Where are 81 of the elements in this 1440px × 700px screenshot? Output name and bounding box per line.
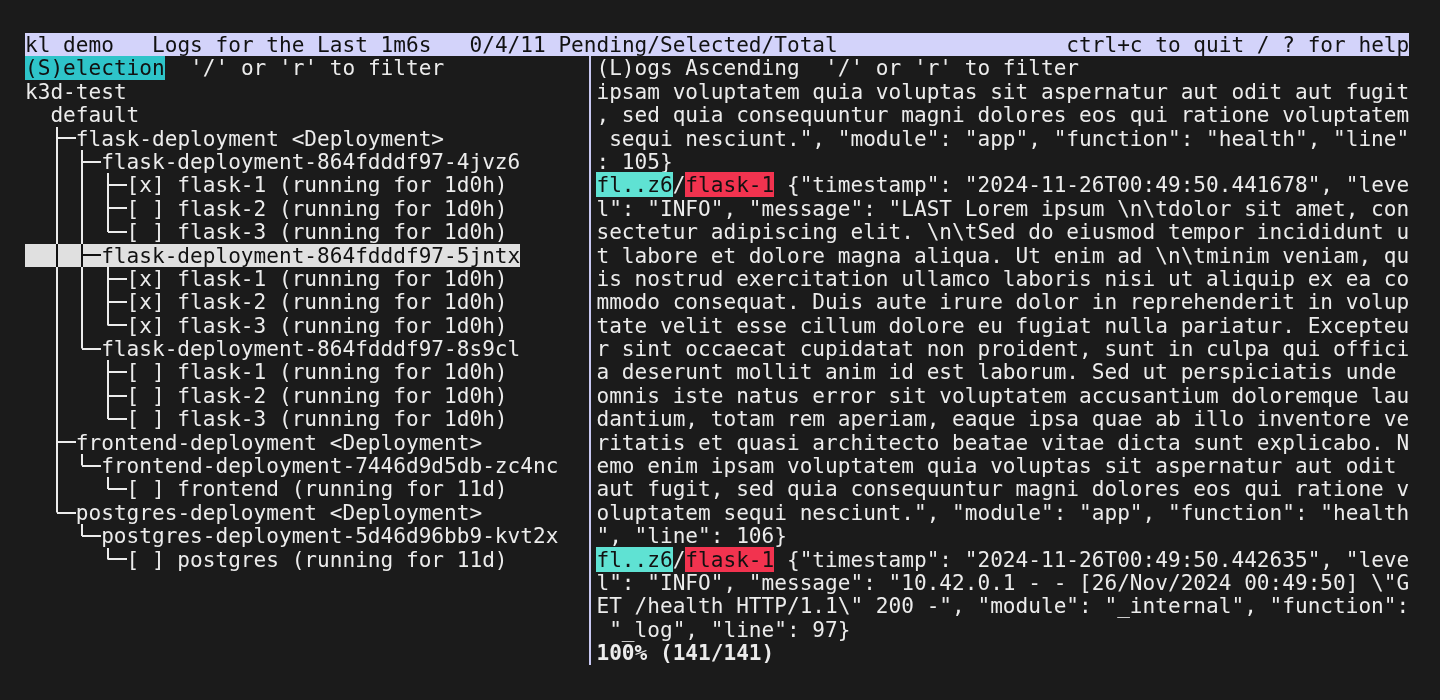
container-tag: flask-1 — [685, 172, 775, 198]
tree-row[interactable]: [ ] flask-1 (running for 1d0h) — [25, 360, 508, 384]
log-text: : 105} — [596, 149, 673, 174]
container-tag: flask-1 — [685, 546, 775, 572]
checkbox[interactable]: [ ] — [126, 547, 165, 571]
tree-item-label: flask-deployment-864fdddf97-4jvz6 — [101, 149, 521, 174]
log-text: sectetur adipiscing elit. \n\tSed do eiusmod tempor incididunt u — [596, 220, 1410, 244]
log-text: is nostrud exercitation ullamco laboris nisi ut aliquip ex ea co — [596, 266, 1410, 291]
separator: / — [672, 172, 686, 198]
filter-hint: '/' or 'r' to filter — [825, 56, 1080, 80]
checkbox[interactable]: [ ] — [126, 477, 165, 501]
tree-row[interactable]: flask-deployment-864fdddf97-4jvz6 — [25, 149, 521, 174]
tree-item-label: flask-2 (running for 1d0h) — [177, 196, 508, 221]
pane-title[interactable]: (L)ogs Ascending — [596, 56, 800, 80]
tree-item-label: default — [50, 103, 140, 127]
log-text: aut fugit, sed quia consequuntur magni dolores eos qui ratione v — [596, 477, 1410, 501]
log-text: omnis iste natus error sit voluptatem accusantium doloremque lau — [596, 383, 1410, 408]
log-text: , sed quia consequuntur magni dolores eos qui ratione voluptatem — [596, 103, 1410, 127]
checkbox[interactable]: [ ] — [126, 360, 165, 384]
tree-item[interactable]: k3d-test — [25, 79, 127, 104]
tree-item-label: flask-deployment-864fdddf97-5jntx — [101, 243, 521, 267]
tree-row[interactable]: [x] flask-1 (running for 1d0h) — [25, 266, 508, 291]
tree-item-label: flask-3 (running for 1d0h) — [177, 220, 508, 244]
tree-row[interactable]: [ ] frontend (running for 11d) — [25, 477, 508, 501]
log-text: l": "INFO", "message": "LAST Lorem ipsum \n\tdolor sit amet, con — [596, 196, 1410, 221]
tree-item-label: flask-1 (running for 1d0h) — [177, 266, 508, 291]
tree-item-label: flask-1 (running for 1d0h) — [177, 360, 508, 384]
checkbox[interactable]: [x] — [126, 173, 165, 197]
checkbox[interactable]: [ ] — [126, 220, 165, 244]
checkbox[interactable]: [x] — [126, 290, 165, 314]
pod-tag: fl..z6 — [596, 546, 673, 572]
log-text: ET /health HTTP/1.1\" 200 -", "module": "_internal", "function": — [596, 594, 1410, 618]
log-text: ritatis et quasi architecto beatae vitae dicta sunt explicabo. N — [596, 430, 1410, 455]
log-text: mmodo consequat. Duis aute irure dolor in reprehenderit in volup — [596, 290, 1410, 314]
log-text: a deserunt mollit anim id est laborum. Sed ut perspiciatis unde — [596, 360, 1397, 384]
tree-row[interactable]: default — [25, 103, 140, 127]
help-hint: ctrl+c to quit / ? for help — [1066, 33, 1410, 57]
scroll-status: 100% (141/141) — [596, 641, 775, 665]
tree-item-label: flask-2 (running for 1d0h) — [177, 383, 508, 408]
checkbox[interactable]: [x] — [126, 313, 165, 338]
log-text: ", "line": 106} — [596, 524, 787, 548]
log-text: {"timestamp": "2024-11-26T00:49:50.441678", "leve — [785, 172, 1410, 198]
tree-row[interactable]: [ ] flask-3 (running for 1d0h) — [25, 407, 508, 431]
tree-row[interactable]: [x] flask-1 (running for 1d0h) — [25, 173, 508, 197]
tree-item-label: flask-1 (running for 1d0h) — [177, 173, 508, 197]
tree-row[interactable]: [ ] postgres (running for 11d) — [25, 547, 508, 571]
tree-row[interactable]: flask-deployment-864fdddf97-5jntx — [25, 243, 521, 267]
app-name: kl demo — [25, 33, 114, 57]
log-text: tate velit esse cillum dolore eu fugiat nulla pariatur. Excepteu — [596, 313, 1410, 338]
log-text: {"timestamp": "2024-11-26T00:49:50.442635", "leve — [785, 546, 1410, 572]
log-text: l": "INFO", "message": "10.42.0.1 - - [26/Nov/2024 00:49:50] \"G — [596, 571, 1410, 595]
tree-item-label: flask-deployment-864fdddf97-8s9cl — [101, 337, 521, 361]
log-text: emo enim ipsam voluptatem quia voluptas sit aspernatur aut odit — [596, 454, 1397, 478]
time-window: Logs for the Last 1m6s — [152, 33, 432, 57]
log-text: "_log", "line": 97} — [608, 617, 851, 642]
pod-tag: fl..z6 — [596, 172, 673, 198]
checkbox[interactable]: [ ] — [126, 196, 165, 221]
tree-item-label: frontend (running for 11d) — [177, 477, 508, 501]
tree-row[interactable]: [ ] flask-3 (running for 1d0h) — [25, 220, 508, 244]
log-text: dantium, totam rem aperiam, eaque ipsa quae ab illo inventore ve — [596, 407, 1410, 431]
pane-title[interactable]: (S)election — [25, 56, 165, 80]
checkbox[interactable]: [ ] — [126, 383, 165, 408]
separator: / — [672, 546, 686, 572]
log-text: r sint occaecat cupidatat non proident, sunt in culpa qui offici — [596, 337, 1410, 361]
tree-item-label: flask-2 (running for 1d0h) — [177, 290, 508, 314]
tree-item-label: flask-3 (running for 1d0h) — [177, 407, 508, 431]
tree-row[interactable]: [ ] flask-2 (running for 1d0h) — [25, 383, 508, 408]
log-text: t labore et dolore magna aliqua. Ut enim ad \n\tminim veniam, qu — [596, 243, 1410, 267]
tree-item-label: flask-3 (running for 1d0h) — [177, 313, 508, 338]
tree-row[interactable]: flask-deployment-864fdddf97-8s9cl — [25, 337, 521, 361]
log-text: sequi nesciunt.", "module": "app", "function": "health", "line" — [608, 126, 1410, 150]
tree-item-label: postgres (running for 11d) — [177, 547, 508, 571]
log-text: ipsam voluptatem quia voluptas sit aspernatur aut odit aut fugit — [596, 79, 1410, 104]
checkbox[interactable]: [ ] — [126, 407, 165, 431]
checkbox[interactable]: [x] — [126, 266, 165, 291]
tree-row[interactable]: [ ] flask-2 (running for 1d0h) — [25, 196, 508, 221]
tree-row[interactable]: [x] flask-3 (running for 1d0h) — [25, 313, 508, 338]
log-text: oluptatem sequi nesciunt.", "module": "app", "function": "health — [596, 500, 1410, 525]
tree-row[interactable]: [x] flask-2 (running for 1d0h) — [25, 290, 508, 314]
pod-counts: 0/4/11 Pending/Selected/Total — [469, 33, 838, 57]
filter-hint: '/' or 'r' to filter — [190, 56, 445, 80]
